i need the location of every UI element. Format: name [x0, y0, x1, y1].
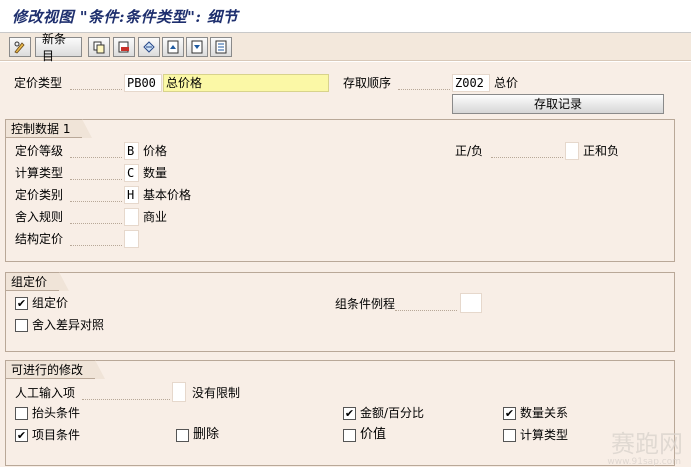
control-data-title: 控制数据 1	[5, 119, 93, 138]
delete-label: 删除	[193, 427, 220, 442]
first-entry-icon[interactable]	[162, 37, 184, 57]
rounding-rule-field[interactable]	[124, 208, 139, 226]
rounding-rule-label: 舍入规则	[15, 210, 64, 224]
condition-type-label: 定价类型	[14, 76, 63, 90]
pricing-level-desc: 价格	[143, 144, 168, 158]
dotted-leader	[70, 89, 122, 90]
calculation-type-checkbox[interactable]	[503, 429, 516, 442]
access-sequence-description: 总价	[494, 76, 519, 90]
delete-icon[interactable]	[113, 37, 135, 57]
title-bar: 修改视图 "条件:条件类型": 细节	[0, 0, 691, 33]
group-condition-checkbox[interactable]: ✔	[15, 297, 28, 310]
group-condition-label: 组定价	[32, 296, 69, 310]
new-entries-button[interactable]: 新条目	[35, 32, 82, 63]
watermark-text: 赛跑网	[611, 430, 683, 458]
group-routine-field[interactable]	[460, 293, 482, 313]
manual-entry-label: 人工输入项	[15, 386, 76, 400]
quantity-relation-checkbox[interactable]: ✔	[503, 407, 516, 420]
amount-percent-checkbox[interactable]: ✔	[343, 407, 356, 420]
delete-checkbox[interactable]	[176, 429, 189, 442]
condition-type-description: 总价格	[163, 74, 329, 92]
dotted-leader	[395, 310, 457, 311]
edit-glasses-icon[interactable]	[9, 37, 31, 57]
calculation-type-desc: 数量	[143, 166, 168, 180]
header-condition-checkbox[interactable]	[15, 407, 28, 420]
copy-icon[interactable]	[88, 37, 110, 57]
pricing-level-label: 定价等级	[15, 144, 64, 158]
plus-minus-label: 正/负	[455, 144, 484, 158]
rounding-difference-label: 舍入差异对照	[32, 318, 105, 332]
amount-percent-label: 金额/百分比	[360, 406, 425, 420]
condition-category-desc: 基本价格	[143, 188, 192, 202]
dotted-leader	[70, 201, 122, 202]
changes-group: 可进行的修改 人工输入项 没有限制 抬头条件 ✔ 项目条件 删除 ✔ 金额/百分…	[5, 360, 675, 466]
group-condition-group: 组定价 ✔ 组定价 舍入差异对照 组条件例程	[5, 272, 675, 352]
rounding-difference-checkbox[interactable]	[15, 319, 28, 332]
main-area: 定价类型 PB00 总价格 存取顺序 Z002 总价 存取记录 控制数据 1 定…	[0, 62, 691, 467]
dotted-leader	[491, 157, 563, 158]
changes-title: 可进行的修改	[5, 360, 106, 379]
dotted-leader	[398, 89, 450, 90]
item-condition-label: 项目条件	[32, 428, 81, 442]
plus-minus-desc: 正和负	[583, 144, 620, 158]
structure-condition-field[interactable]	[124, 230, 139, 248]
condition-category-label: 定价类别	[15, 188, 64, 202]
calculation-type-label: 计算类型	[15, 166, 64, 180]
window-title: 修改视图 "条件:条件类型": 细节	[12, 8, 239, 26]
calculation-type-change-label: 计算类型	[520, 428, 569, 442]
access-sequence-label: 存取顺序	[343, 76, 392, 90]
header-condition-label: 抬头条件	[32, 406, 81, 420]
application-toolbar: 新条目	[0, 32, 691, 63]
structure-condition-label: 结构定价	[15, 232, 64, 246]
pricing-level-field[interactable]: B	[124, 142, 139, 160]
dotted-leader	[70, 245, 122, 246]
manual-entry-field[interactable]	[172, 382, 186, 402]
group-routine-label: 组条件例程	[335, 297, 396, 311]
watermark-url: www.91sap.com	[607, 457, 681, 467]
dotted-leader	[82, 399, 170, 400]
undo-icon[interactable]	[138, 37, 160, 57]
quantity-relation-label: 数量关系	[520, 406, 569, 420]
value-label: 价值	[360, 427, 387, 442]
condition-type-field[interactable]: PB00	[124, 74, 162, 92]
group-condition-title: 组定价	[5, 272, 70, 291]
access-sequence-field[interactable]: Z002	[452, 74, 490, 92]
calculation-type-field[interactable]: C	[124, 164, 139, 182]
manual-entry-desc: 没有限制	[192, 386, 241, 400]
plus-minus-field[interactable]	[565, 142, 579, 160]
dotted-leader	[70, 157, 122, 158]
prev-entry-icon[interactable]	[186, 37, 208, 57]
dotted-leader	[70, 223, 122, 224]
access-records-button[interactable]: 存取记录	[452, 94, 664, 114]
rounding-rule-desc: 商业	[143, 210, 168, 224]
condition-category-field[interactable]: H	[124, 186, 139, 204]
control-data-group: 控制数据 1 定价等级 B 价格 计算类型 C 数量 定价类别 H 基本价格 舍…	[5, 119, 675, 262]
item-condition-checkbox[interactable]: ✔	[15, 429, 28, 442]
value-checkbox[interactable]	[343, 429, 356, 442]
next-entry-icon[interactable]	[210, 37, 232, 57]
dotted-leader	[70, 179, 122, 180]
